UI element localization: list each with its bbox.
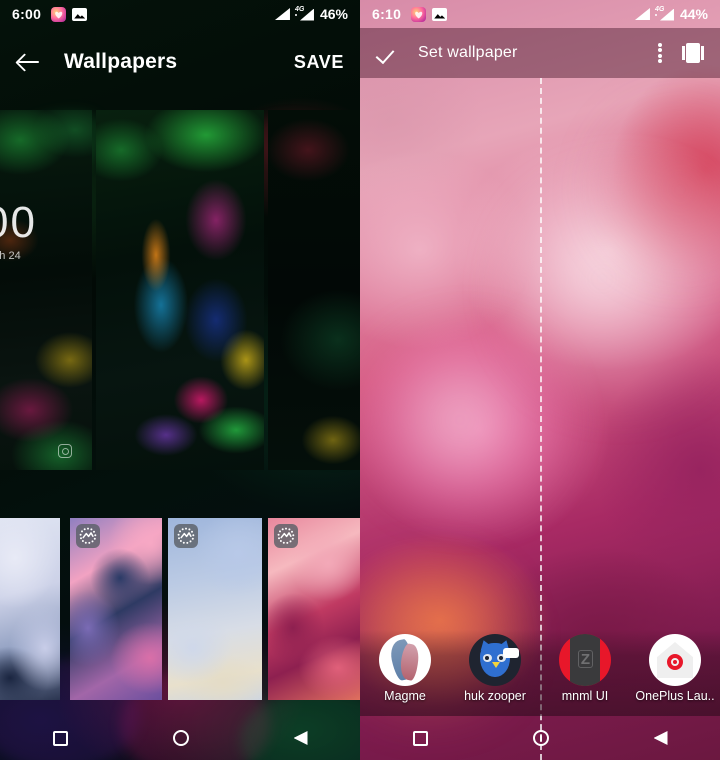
right-phone-panel: 6:10 4G 44% Set wallpaper Magme huk zoop… — [360, 0, 720, 760]
home-dock: Magme huk zooper Z mnml UI OnePlus Lau.. — [360, 630, 720, 716]
dock-label: mnml UI — [561, 689, 609, 703]
status-right-icons: 4G 44% — [634, 5, 708, 22]
home-button-icon[interactable] — [532, 730, 549, 746]
right-status-bar: 6:10 4G 44% — [360, 0, 720, 28]
signal-icon — [634, 8, 650, 20]
photo-icon — [72, 7, 88, 21]
dock-label: OnePlus Lau.. — [635, 689, 715, 703]
gradient-app-icon — [411, 6, 427, 22]
back-button-icon[interactable] — [294, 731, 308, 745]
home-button-icon[interactable] — [172, 730, 189, 746]
battery-percent: 46% — [319, 6, 348, 22]
badge-glyph-icon — [177, 527, 195, 544]
gradient-app-icon — [51, 6, 67, 22]
left-nav-bar — [0, 716, 360, 760]
mnml-ui-icon: Z — [559, 634, 611, 686]
data-signal-icon: 4G — [654, 5, 675, 21]
back-arrow-icon[interactable] — [16, 49, 42, 75]
wallpaper-thumb-abstract-1[interactable] — [0, 518, 60, 700]
back-button-icon[interactable] — [654, 731, 668, 745]
magme-icon — [379, 634, 431, 686]
recents-button-icon[interactable] — [52, 730, 68, 746]
network-label: 4G — [654, 5, 665, 13]
dock-label: huk zooper — [464, 689, 526, 703]
lockscreen-date: arch 24 — [0, 250, 21, 262]
status-right-icons: 4G 46% — [274, 5, 348, 22]
dock-item-magme[interactable]: Magme — [361, 634, 449, 703]
topbar-actions — [658, 43, 704, 63]
check-icon[interactable] — [376, 41, 400, 65]
wallpaper-thumb-jungle-right[interactable] — [268, 110, 360, 470]
network-dot — [294, 13, 297, 16]
left-phone-panel: 6:00 4G 46% Wallpapers SAVE 0 h 24 — [0, 0, 360, 760]
badge-glyph-icon — [79, 527, 97, 544]
screenshot-root: 6:00 4G 46% Wallpapers SAVE 0 h 24 6:10 … — [0, 0, 720, 760]
status-time: 6:00 — [12, 6, 42, 22]
network-label: 4G — [294, 5, 305, 13]
lockscreen-camera-icon — [58, 444, 72, 458]
save-button[interactable]: SAVE — [294, 52, 344, 73]
set-wallpaper-label[interactable]: Set wallpaper — [418, 44, 518, 62]
dock-item-mnml-ui[interactable]: Z mnml UI — [541, 634, 629, 703]
dock-item-oneplus-launcher[interactable]: OnePlus Lau.. — [631, 634, 719, 703]
lockscreen-preview: 00 arch 24 — [0, 110, 92, 470]
lockscreen-time: 00 — [0, 198, 37, 247]
network-dot — [654, 13, 657, 16]
dock-label: Magme — [384, 689, 426, 703]
wallpaper-thumb-abstract-4[interactable] — [268, 518, 360, 700]
wallpaper-grid: 00 arch 24 — [0, 110, 360, 760]
wallpaper-thumb-jungle-center[interactable] — [96, 110, 264, 470]
signal-icon — [274, 8, 290, 20]
wallpaper-badge-icon — [76, 524, 100, 548]
wallpaper-thumb-jungle-left[interactable]: 00 arch 24 — [0, 110, 92, 470]
photo-icon — [432, 7, 448, 21]
set-wallpaper-bar: Set wallpaper — [360, 28, 720, 78]
oneplus-launcher-icon — [649, 634, 701, 686]
wallpaper-thumb-abstract-2[interactable] — [70, 518, 162, 700]
huk-zooper-owl-icon — [469, 634, 521, 686]
left-status-bar: 6:00 4G 46% — [0, 0, 360, 28]
battery-percent: 44% — [679, 6, 708, 22]
data-signal-icon: 4G — [294, 5, 315, 21]
wallpaper-badge-icon — [174, 524, 198, 548]
right-nav-bar — [360, 716, 720, 760]
status-notification-icons — [51, 6, 88, 22]
wallpaper-thumb-abstract-3[interactable] — [168, 518, 262, 700]
page-title: Wallpapers — [64, 50, 178, 73]
wallpapers-app-bar: Wallpapers SAVE — [0, 38, 360, 86]
kebab-menu-icon[interactable] — [658, 43, 662, 63]
dock-item-huk-zooper[interactable]: huk zooper — [451, 634, 539, 703]
wallpaper-badge-icon — [274, 524, 298, 548]
cards-scroll-icon[interactable] — [682, 43, 704, 63]
recents-button-icon[interactable] — [412, 730, 428, 746]
status-time: 6:10 — [372, 6, 402, 22]
badge-glyph-icon — [277, 527, 295, 544]
status-notification-icons — [411, 6, 448, 22]
